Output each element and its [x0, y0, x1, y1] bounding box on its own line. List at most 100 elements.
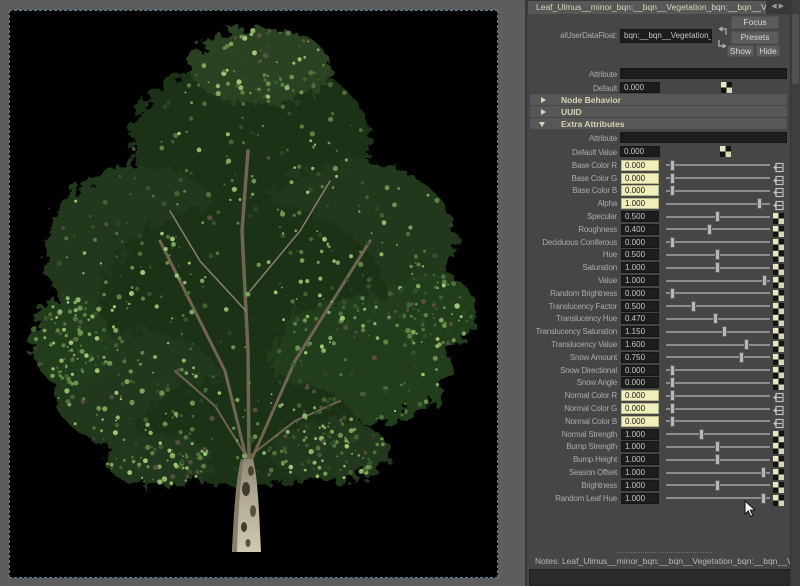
value-field[interactable]: 1.000: [621, 262, 659, 273]
slider[interactable]: [666, 159, 770, 171]
value-field[interactable]: 0.000: [621, 390, 659, 401]
extra-attribute-field[interactable]: [620, 132, 787, 143]
value-field[interactable]: 0.000: [621, 160, 659, 171]
value-field[interactable]: 1.150: [621, 326, 659, 337]
slider-track[interactable]: [666, 497, 770, 499]
slider-track[interactable]: [666, 280, 770, 282]
slider[interactable]: [666, 479, 770, 491]
slider-handle[interactable]: [670, 288, 675, 299]
value-field[interactable]: 0.500: [621, 249, 659, 260]
slider-handle[interactable]: [713, 313, 718, 324]
slider-track[interactable]: [666, 190, 770, 192]
slider[interactable]: [666, 339, 770, 351]
slider-handle[interactable]: [670, 160, 675, 171]
map-checker-icon[interactable]: [773, 326, 784, 337]
value-field[interactable]: 0.000: [621, 237, 659, 248]
panel-scrollbar[interactable]: [790, 0, 800, 586]
connection-icon[interactable]: [773, 173, 784, 184]
map-checker-icon[interactable]: [773, 237, 784, 248]
slider-handle[interactable]: [722, 326, 727, 337]
map-checker-icon[interactable]: [773, 454, 784, 465]
slider-handle[interactable]: [715, 480, 720, 491]
slider[interactable]: [666, 262, 770, 274]
presets-button[interactable]: Presets: [731, 31, 779, 44]
section-extra-attributes[interactable]: Extra Attributes: [530, 118, 787, 129]
slider[interactable]: [666, 467, 770, 479]
slider[interactable]: [666, 185, 770, 197]
slider[interactable]: [666, 300, 770, 312]
value-field[interactable]: 1.600: [621, 339, 659, 350]
slider-handle[interactable]: [739, 352, 744, 363]
render-canvas[interactable]: [9, 10, 498, 578]
slider-track[interactable]: [666, 228, 770, 230]
slider[interactable]: [666, 441, 770, 453]
map-checker-icon[interactable]: [773, 313, 784, 324]
slider[interactable]: [666, 351, 770, 363]
slider-handle[interactable]: [670, 403, 675, 414]
slider[interactable]: [666, 287, 770, 299]
value-field[interactable]: 0.000: [621, 403, 659, 414]
arrow-in-icon[interactable]: [716, 26, 729, 37]
slider-handle[interactable]: [761, 467, 766, 478]
map-checker-icon[interactable]: [773, 262, 784, 273]
slider-handle[interactable]: [670, 185, 675, 196]
map-checker-icon[interactable]: [773, 288, 784, 299]
connection-icon[interactable]: [773, 185, 784, 196]
slider-handle[interactable]: [670, 365, 675, 376]
connection-icon[interactable]: [773, 160, 784, 171]
default-value-field[interactable]: 0.000: [620, 146, 660, 157]
slider-handle[interactable]: [670, 390, 675, 401]
slider-handle[interactable]: [715, 441, 720, 452]
slider-handle[interactable]: [761, 493, 766, 504]
tab-scroll-arrows[interactable]: ◀▶: [771, 2, 786, 10]
value-field[interactable]: 0.000: [621, 416, 659, 427]
slider[interactable]: [666, 249, 770, 261]
map-checker-icon[interactable]: [773, 339, 784, 350]
slider[interactable]: [666, 364, 770, 376]
slider-handle[interactable]: [715, 262, 720, 273]
value-field[interactable]: 0.000: [621, 185, 659, 196]
section-uuid[interactable]: UUID: [530, 106, 787, 117]
map-checker-icon[interactable]: [773, 352, 784, 363]
notes-splitter[interactable]: [617, 552, 712, 553]
map-checker-icon[interactable]: [773, 224, 784, 235]
map-checker-icon[interactable]: [773, 365, 784, 376]
slider-handle[interactable]: [699, 429, 704, 440]
slider-track[interactable]: [666, 356, 770, 358]
map-checker-icon[interactable]: [773, 493, 784, 504]
value-field[interactable]: 1.000: [621, 493, 659, 504]
slider-track[interactable]: [666, 395, 770, 397]
map-checker-icon[interactable]: [720, 146, 731, 157]
slider-track[interactable]: [666, 331, 770, 333]
map-checker-icon[interactable]: [773, 211, 784, 222]
slider[interactable]: [666, 390, 770, 402]
tab-next-icon[interactable]: ▶: [779, 3, 786, 10]
tab-prev-icon[interactable]: ◀: [771, 3, 778, 10]
value-field[interactable]: 0.500: [621, 211, 659, 222]
slider-track[interactable]: [666, 408, 770, 410]
slider[interactable]: [666, 377, 770, 389]
connection-icon[interactable]: [773, 403, 784, 414]
value-field[interactable]: 0.500: [621, 301, 659, 312]
slider-handle[interactable]: [691, 301, 696, 312]
value-field[interactable]: 1.000: [621, 480, 659, 491]
slider[interactable]: [666, 198, 770, 210]
connection-icon[interactable]: [773, 390, 784, 401]
slider[interactable]: [666, 454, 770, 466]
slider[interactable]: [666, 275, 770, 287]
section-node-behavior[interactable]: Node Behavior: [530, 94, 787, 105]
hide-button[interactable]: Hide: [756, 45, 780, 57]
slider[interactable]: [666, 403, 770, 415]
slider[interactable]: [666, 326, 770, 338]
slider-track[interactable]: [666, 420, 770, 422]
value-field[interactable]: 0.750: [621, 352, 659, 363]
map-checker-icon[interactable]: [773, 275, 784, 286]
slider-track[interactable]: [666, 203, 770, 205]
slider-track[interactable]: [666, 344, 770, 346]
slider[interactable]: [666, 236, 770, 248]
slider-track[interactable]: [666, 241, 770, 243]
show-button[interactable]: Show: [727, 45, 754, 57]
slider-handle[interactable]: [715, 454, 720, 465]
value-field[interactable]: 0.000: [621, 377, 659, 388]
slider[interactable]: [666, 172, 770, 184]
